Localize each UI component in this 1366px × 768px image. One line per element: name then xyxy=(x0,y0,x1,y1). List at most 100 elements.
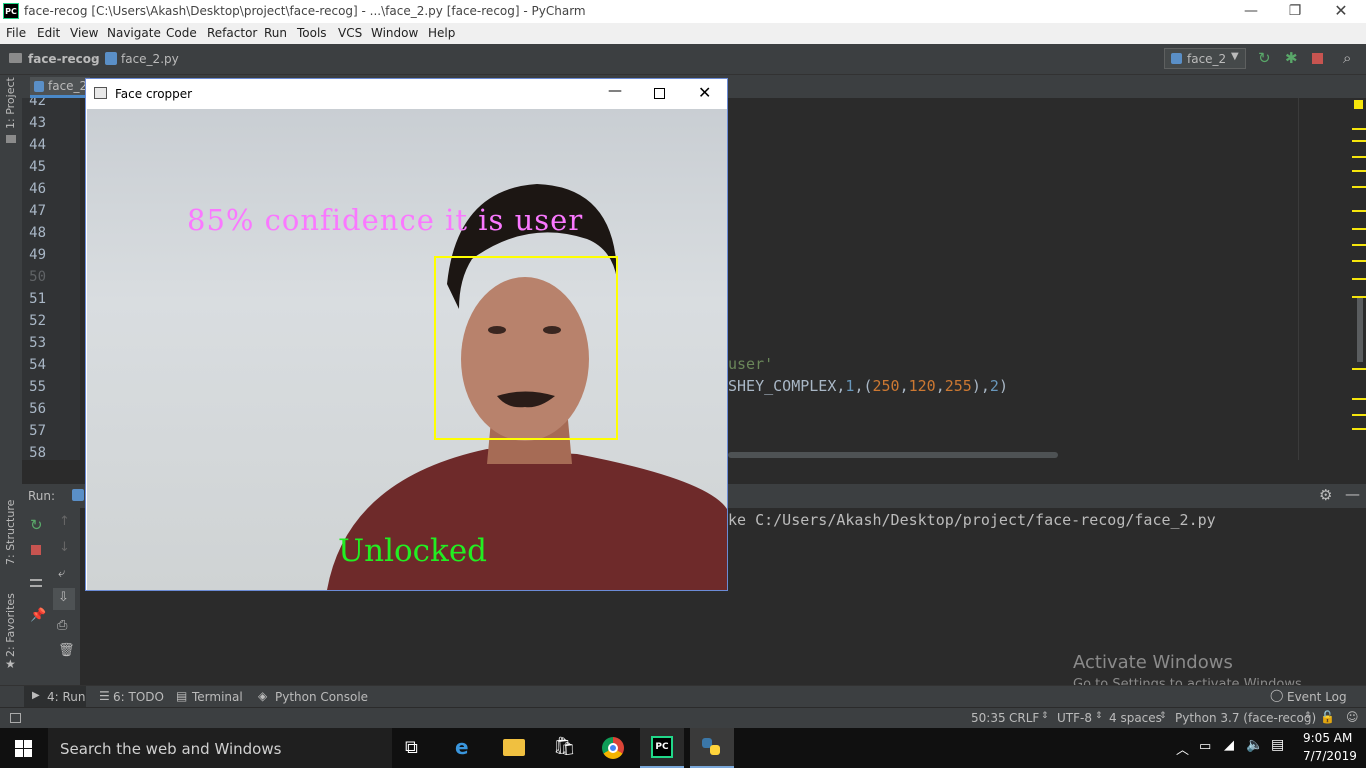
settings-gear-icon[interactable]: ⚙ xyxy=(1319,486,1332,504)
notifications-icon[interactable]: ▤ xyxy=(1271,737,1284,753)
status-bar: 50:35 CRLF ⇕ UTF-8 ⇕ 4 spaces ⇕ Python 3… xyxy=(0,707,1366,729)
project-tool-tab[interactable]: 1: Project xyxy=(4,77,17,129)
event-log-tool-tab[interactable]: Event Log xyxy=(1287,690,1347,704)
stop-icon[interactable] xyxy=(1312,53,1323,64)
maximize-icon[interactable] xyxy=(654,88,665,99)
python-console-icon: ◈ xyxy=(258,689,268,703)
pycharm-logo-icon: PC xyxy=(3,3,19,19)
edge-browser-icon[interactable]: e xyxy=(455,735,469,759)
rerun-icon[interactable]: ↻ xyxy=(30,516,43,534)
inspector-icon[interactable]: ☺ xyxy=(1346,710,1359,724)
clock-date[interactable]: 7/7/2019 xyxy=(1303,749,1357,763)
stripe-mark xyxy=(1352,260,1366,262)
pycharm-taskbar-button[interactable]: PC xyxy=(640,728,684,768)
trash-icon[interactable]: 🗑 xyxy=(58,643,75,658)
code-token: ), xyxy=(971,377,990,395)
right-margin-guide xyxy=(1298,98,1299,460)
layout-icon[interactable] xyxy=(30,579,42,587)
clock-time[interactable]: 9:05 AM xyxy=(1303,731,1352,745)
line-number: 51 xyxy=(29,291,46,307)
menu-tools[interactable]: Tools xyxy=(297,26,327,40)
python-run-tab-icon[interactable] xyxy=(72,489,84,501)
line-number: 54 xyxy=(29,357,46,373)
error-stripe[interactable] xyxy=(1350,98,1366,460)
line-number: 49 xyxy=(29,247,46,263)
breadcrumb-file[interactable]: face_2.py xyxy=(121,52,179,66)
line-separator-select[interactable]: CRLF xyxy=(1009,711,1039,725)
encoding-select[interactable]: UTF-8 xyxy=(1057,711,1092,725)
horizontal-scrollbar[interactable] xyxy=(728,452,1058,458)
interpreter-select[interactable]: Python 3.7 (face-recog) xyxy=(1175,711,1316,725)
stripe-mark xyxy=(1352,398,1366,400)
menu-code[interactable]: Code xyxy=(166,26,197,40)
python-console-tool-tab[interactable]: Python Console xyxy=(275,690,368,704)
stop-icon[interactable] xyxy=(31,545,41,555)
minimize-icon[interactable]: — xyxy=(1228,0,1274,23)
pin-icon[interactable]: 📌 xyxy=(30,608,46,623)
run-tool-tab[interactable]: ▶ 4: Run xyxy=(24,686,86,708)
hide-panel-icon[interactable]: — xyxy=(1345,485,1360,503)
console-command-line: ke C:/Users/Akash/Desktop/project/face-r… xyxy=(728,511,1216,529)
menu-window[interactable]: Window xyxy=(371,26,418,40)
terminal-tool-tab[interactable]: Terminal xyxy=(192,690,243,704)
face-cropper-title-bar[interactable]: Face cropper — ✕ xyxy=(86,79,727,109)
task-view-icon[interactable]: ⧉ xyxy=(405,737,418,758)
menu-edit[interactable]: Edit xyxy=(37,26,60,40)
volume-icon[interactable]: 🔈 xyxy=(1246,737,1263,753)
line-number-gutter: 42 43 44 45 46 47 48 49 50 51 52 53 54 5… xyxy=(22,98,80,460)
vertical-scrollbar-thumb[interactable] xyxy=(1357,298,1363,362)
navigation-bar: face-recog › face_2.py face_2 ▼ ↻ ✱ ⌕ xyxy=(0,44,1366,75)
person-photo xyxy=(327,184,727,590)
close-icon[interactable]: ✕ xyxy=(698,83,711,102)
caret-position[interactable]: 50:35 xyxy=(971,711,1006,725)
inspection-status-icon[interactable] xyxy=(1354,100,1363,109)
tool-windows-icon[interactable] xyxy=(10,713,21,723)
wifi-icon[interactable]: ◢ xyxy=(1224,738,1234,753)
chevron-up-icon[interactable]: ︿ xyxy=(1176,739,1189,758)
code-comma: , xyxy=(899,377,909,395)
menu-run[interactable]: Run xyxy=(264,26,287,40)
line-number: 42 xyxy=(29,98,46,109)
python-taskbar-button[interactable] xyxy=(690,728,734,768)
scroll-to-end-toggle[interactable]: ⇩ xyxy=(53,588,75,610)
rerun-icon[interactable]: ↻ xyxy=(1258,49,1271,67)
restore-icon[interactable]: ❐ xyxy=(1272,0,1318,23)
minimize-icon[interactable]: — xyxy=(608,83,622,99)
todo-tool-tab[interactable]: 6: TODO xyxy=(113,690,164,704)
breadcrumb-project[interactable]: face-recog xyxy=(28,52,100,66)
terminal-icon: ▤ xyxy=(176,689,188,703)
stripe-mark xyxy=(1352,278,1366,280)
arrow-down-icon[interactable]: ↓ xyxy=(59,540,70,555)
taskbar-search-box[interactable]: Search the web and Windows xyxy=(48,728,392,768)
windows-start-icon[interactable] xyxy=(15,740,32,757)
print-icon[interactable]: ⎙ xyxy=(57,618,67,633)
line-number: 44 xyxy=(29,137,46,153)
menu-help[interactable]: Help xyxy=(428,26,455,40)
structure-tool-tab[interactable]: 7: Structure xyxy=(4,500,17,565)
menu-view[interactable]: View xyxy=(70,26,98,40)
line-number-current: 50 xyxy=(29,269,46,285)
editor-tab-face-2[interactable]: face_2.py xyxy=(30,77,106,98)
windows-taskbar: Search the web and Windows ⧉ e 🛍 PC ︿ ▭ … xyxy=(0,728,1366,768)
menu-file[interactable]: File xyxy=(6,26,26,40)
search-icon[interactable]: ⌕ xyxy=(1343,49,1351,67)
code-number: 255 xyxy=(944,377,972,395)
store-icon[interactable]: 🛍 xyxy=(553,736,576,757)
menu-vcs[interactable]: VCS xyxy=(338,26,362,40)
run-config-select[interactable]: face_2 ▼ xyxy=(1164,48,1246,69)
close-icon[interactable]: ✕ xyxy=(1318,0,1364,23)
indent-select[interactable]: 4 spaces xyxy=(1109,711,1162,725)
battery-icon[interactable]: ▭ xyxy=(1199,739,1211,754)
face-cropper-window[interactable]: Face cropper — ✕ 85% confidence it is us… xyxy=(85,78,728,591)
soft-wrap-icon[interactable]: ⤶ xyxy=(58,566,65,581)
lock-icon[interactable]: 🔓 xyxy=(1320,710,1335,724)
debug-icon[interactable]: ✱ xyxy=(1285,49,1298,67)
arrow-up-icon[interactable]: ↑ xyxy=(59,514,70,529)
stripe-mark xyxy=(1352,210,1366,212)
chrome-icon[interactable] xyxy=(602,737,624,759)
file-explorer-icon[interactable] xyxy=(503,739,525,756)
stripe-mark xyxy=(1352,170,1366,172)
favorites-tool-tab[interactable]: 2: Favorites xyxy=(4,593,17,657)
menu-refactor[interactable]: Refactor xyxy=(207,26,257,40)
menu-navigate[interactable]: Navigate xyxy=(107,26,161,40)
